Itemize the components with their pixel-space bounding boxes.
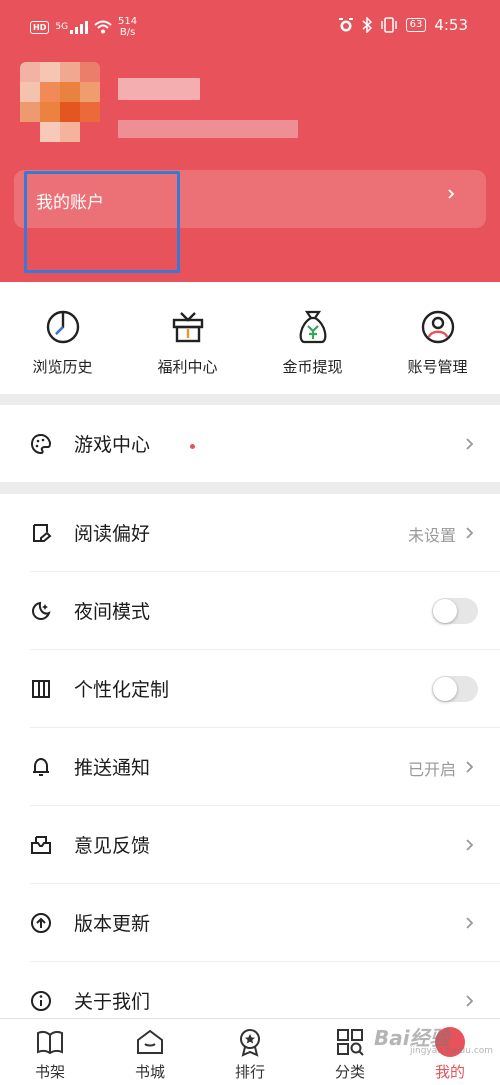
version-update-row[interactable]: 版本更新: [0, 884, 500, 962]
chevron-right-icon: [466, 438, 474, 450]
chevron-right-icon: [466, 839, 474, 851]
avatar[interactable]: [20, 62, 100, 142]
quick-label: 金币提现: [282, 358, 343, 376]
feedback-row[interactable]: 意见反馈: [0, 806, 500, 884]
signal-icon: [70, 20, 89, 34]
moon-icon: [31, 601, 51, 621]
row-label: 推送通知: [74, 757, 151, 779]
game-center-label: 游戏中心: [74, 434, 151, 456]
tab-label: 分类: [334, 1063, 365, 1081]
tab-label: 书城: [134, 1063, 165, 1081]
night-mode-toggle[interactable]: [432, 598, 478, 624]
game-center-row[interactable]: 游戏中心: [0, 405, 500, 482]
bookstore-icon: [137, 1029, 163, 1054]
hd-badge: HD: [30, 20, 50, 34]
alarm-icon: [338, 18, 353, 32]
annotation-highlight-box: [24, 171, 180, 273]
tab-ranking[interactable]: 排行: [200, 1019, 300, 1085]
coin-bag-icon: [299, 310, 326, 344]
row-value: 已开启: [407, 760, 456, 779]
status-bar: HD 5G 514 B/s 63 4:53: [0, 0, 500, 56]
row-value: 未设置: [407, 526, 456, 545]
row-label: 关于我们: [74, 991, 151, 1013]
quick-account-management[interactable]: 账号管理: [375, 282, 500, 394]
speed-value: 514: [118, 16, 138, 27]
push-notification-row[interactable]: 推送通知 已开启: [0, 728, 500, 806]
tab-label: 排行: [234, 1063, 265, 1081]
gift-icon: [172, 312, 203, 343]
reading-preference-row[interactable]: 阅读偏好 未设置: [0, 494, 500, 572]
quick-label: 账号管理: [407, 358, 468, 376]
history-icon: [46, 310, 79, 344]
feedback-icon: [31, 836, 51, 854]
quick-browse-history[interactable]: 浏览历史: [0, 282, 125, 394]
wifi-icon: [94, 20, 112, 34]
game-palette-icon: [30, 433, 52, 455]
username-blurred: [118, 78, 200, 100]
row-label: 个性化定制: [74, 679, 170, 701]
row-label: 意见反馈: [74, 835, 151, 857]
row-label: 夜间模式: [74, 601, 151, 623]
bluetooth-icon: [362, 17, 372, 33]
chevron-right-icon: [466, 761, 474, 773]
toggle-knob: [433, 599, 457, 623]
bookshelf-icon: [37, 1030, 63, 1055]
battery-indicator: 63: [405, 18, 427, 32]
customize-icon: [32, 680, 50, 698]
tab-label: 书架: [34, 1063, 65, 1081]
reading-icon: [33, 524, 52, 542]
row-label: 阅读偏好: [74, 523, 151, 545]
row-label: 版本更新: [74, 913, 151, 935]
network-speed: 514 B/s: [118, 16, 137, 38]
chevron-right-icon: [448, 189, 455, 199]
user-id-blurred: [118, 120, 298, 138]
category-icon: [337, 1029, 364, 1056]
quick-coin-withdraw[interactable]: 金币提现: [250, 282, 375, 394]
quick-label: 福利中心: [157, 358, 218, 376]
tab-label: 我的: [434, 1063, 465, 1081]
profile-header: HD 5G 514 B/s 63 4:53 我的账户: [0, 0, 500, 282]
tab-bookshelf[interactable]: 书架: [0, 1019, 100, 1085]
speed-unit: B/s: [119, 27, 136, 38]
new-dot-badge: [190, 444, 195, 449]
quick-label: 浏览历史: [32, 358, 93, 376]
customization-row: 个性化定制: [0, 650, 500, 728]
chevron-right-icon: [466, 527, 474, 539]
quick-actions: 浏览历史 福利中心 金币提现 账号管理: [0, 282, 500, 394]
chevron-right-icon: [466, 917, 474, 929]
bell-icon: [33, 757, 49, 776]
night-mode-row: 夜间模式: [0, 572, 500, 650]
quick-welfare-center[interactable]: 福利中心: [125, 282, 250, 394]
customization-toggle[interactable]: [432, 676, 478, 702]
account-icon: [421, 310, 454, 344]
chevron-right-icon: [466, 995, 474, 1007]
settings-list: 阅读偏好 未设置 夜间模式 个性化定制 推送通知 已开启 意见反馈 版本更新 关…: [0, 494, 500, 1018]
tab-bookstore[interactable]: 书城: [100, 1019, 200, 1085]
toggle-knob: [433, 677, 457, 701]
vibrate-icon: [380, 17, 397, 33]
ranking-icon: [240, 1029, 260, 1057]
about-us-row[interactable]: 关于我们: [0, 962, 500, 1018]
network-type: 5G: [55, 22, 69, 32]
watermark-url: jingyan.baidu.com: [410, 1046, 494, 1056]
info-icon: [31, 991, 51, 1011]
update-icon: [31, 913, 51, 933]
clock: 4:53: [434, 16, 468, 34]
